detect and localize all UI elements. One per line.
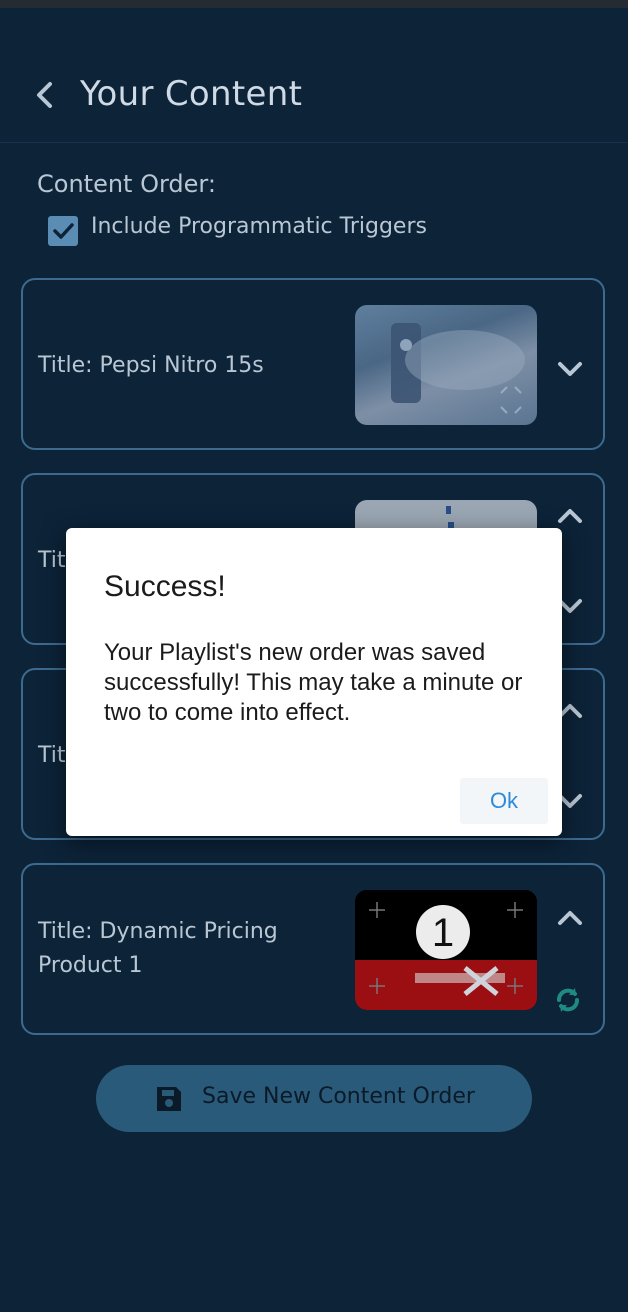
- success-dialog: Success! Your Playlist's new order was s…: [66, 528, 562, 836]
- dialog-title: Success!: [104, 570, 226, 603]
- ok-button[interactable]: Ok: [460, 778, 548, 824]
- dialog-message: Your Playlist's new order was saved succ…: [104, 639, 523, 726]
